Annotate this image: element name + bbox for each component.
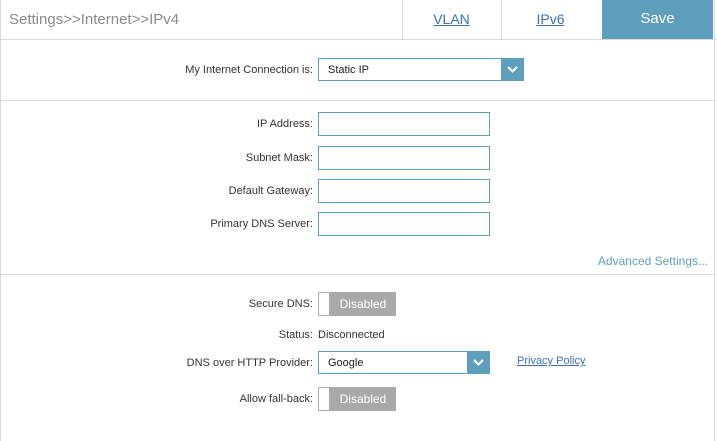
settings-panel: Settings>>Internet>>IPv4 VLAN IPv6 Save … — [0, 0, 716, 441]
privacy-policy-link[interactable]: Privacy Policy — [517, 355, 585, 367]
connection-type-select[interactable]: Static IP — [318, 58, 524, 81]
secure-dns-toggle[interactable]: Disabled — [318, 292, 396, 316]
secure-dns-label: Secure DNS: — [248, 298, 313, 310]
advanced-settings-link[interactable]: Advanced Settings... — [598, 254, 708, 268]
dns-provider-value: Google — [328, 357, 364, 369]
ip-address-label: IP Address: — [256, 118, 313, 130]
chevron-down-icon[interactable] — [501, 58, 524, 81]
default-gateway-field[interactable] — [318, 179, 490, 203]
chevron-down-icon[interactable] — [467, 351, 490, 374]
breadcrumb: Settings>>Internet>>IPv4 — [9, 11, 180, 28]
ip-address-field[interactable] — [318, 112, 490, 136]
secure-dns-state: Disabled — [330, 292, 396, 316]
subnet-mask-field[interactable] — [318, 146, 490, 170]
top-bar: Settings>>Internet>>IPv4 VLAN IPv6 Save — [1, 0, 716, 40]
connection-row: My Internet Connection is: Static IP — [1, 58, 716, 82]
primary-dns-label: Primary DNS Server: — [210, 218, 313, 230]
secure-dns-row: Secure DNS: Disabled — [1, 292, 716, 316]
toggle-knob — [318, 387, 330, 411]
dns-status-value: Disconnected — [318, 329, 385, 341]
subnet-mask-label: Subnet Mask: — [245, 152, 313, 164]
section-divider — [1, 100, 716, 101]
tab-vlan[interactable]: VLAN — [402, 0, 500, 39]
save-button[interactable]: Save — [602, 0, 713, 39]
fallback-state: Disabled — [330, 387, 396, 411]
fallback-row: Allow fall-back: Disabled — [1, 387, 716, 411]
connection-type-value: Static IP — [328, 64, 369, 76]
connection-type-label: My Internet Connection is: — [185, 64, 313, 76]
fallback-toggle[interactable]: Disabled — [318, 387, 396, 411]
default-gateway-row: Default Gateway: — [1, 179, 716, 203]
section-divider — [1, 274, 716, 275]
dns-provider-row: DNS over HTTP Provider: Google — [1, 351, 716, 375]
toggle-knob — [318, 292, 330, 316]
fallback-label: Allow fall-back: — [239, 393, 313, 405]
primary-dns-row: Primary DNS Server: — [1, 212, 716, 236]
ip-address-row: IP Address: — [1, 112, 716, 136]
dns-status-row: Status: Disconnected — [1, 323, 716, 347]
tab-ipv6[interactable]: IPv6 — [501, 0, 599, 39]
default-gateway-label: Default Gateway: — [228, 185, 313, 197]
primary-dns-field[interactable] — [318, 212, 490, 236]
dns-status-label: Status: — [278, 329, 313, 341]
dns-provider-select[interactable]: Google — [318, 351, 490, 374]
dns-provider-label: DNS over HTTP Provider: — [186, 357, 313, 369]
subnet-mask-row: Subnet Mask: — [1, 146, 716, 170]
